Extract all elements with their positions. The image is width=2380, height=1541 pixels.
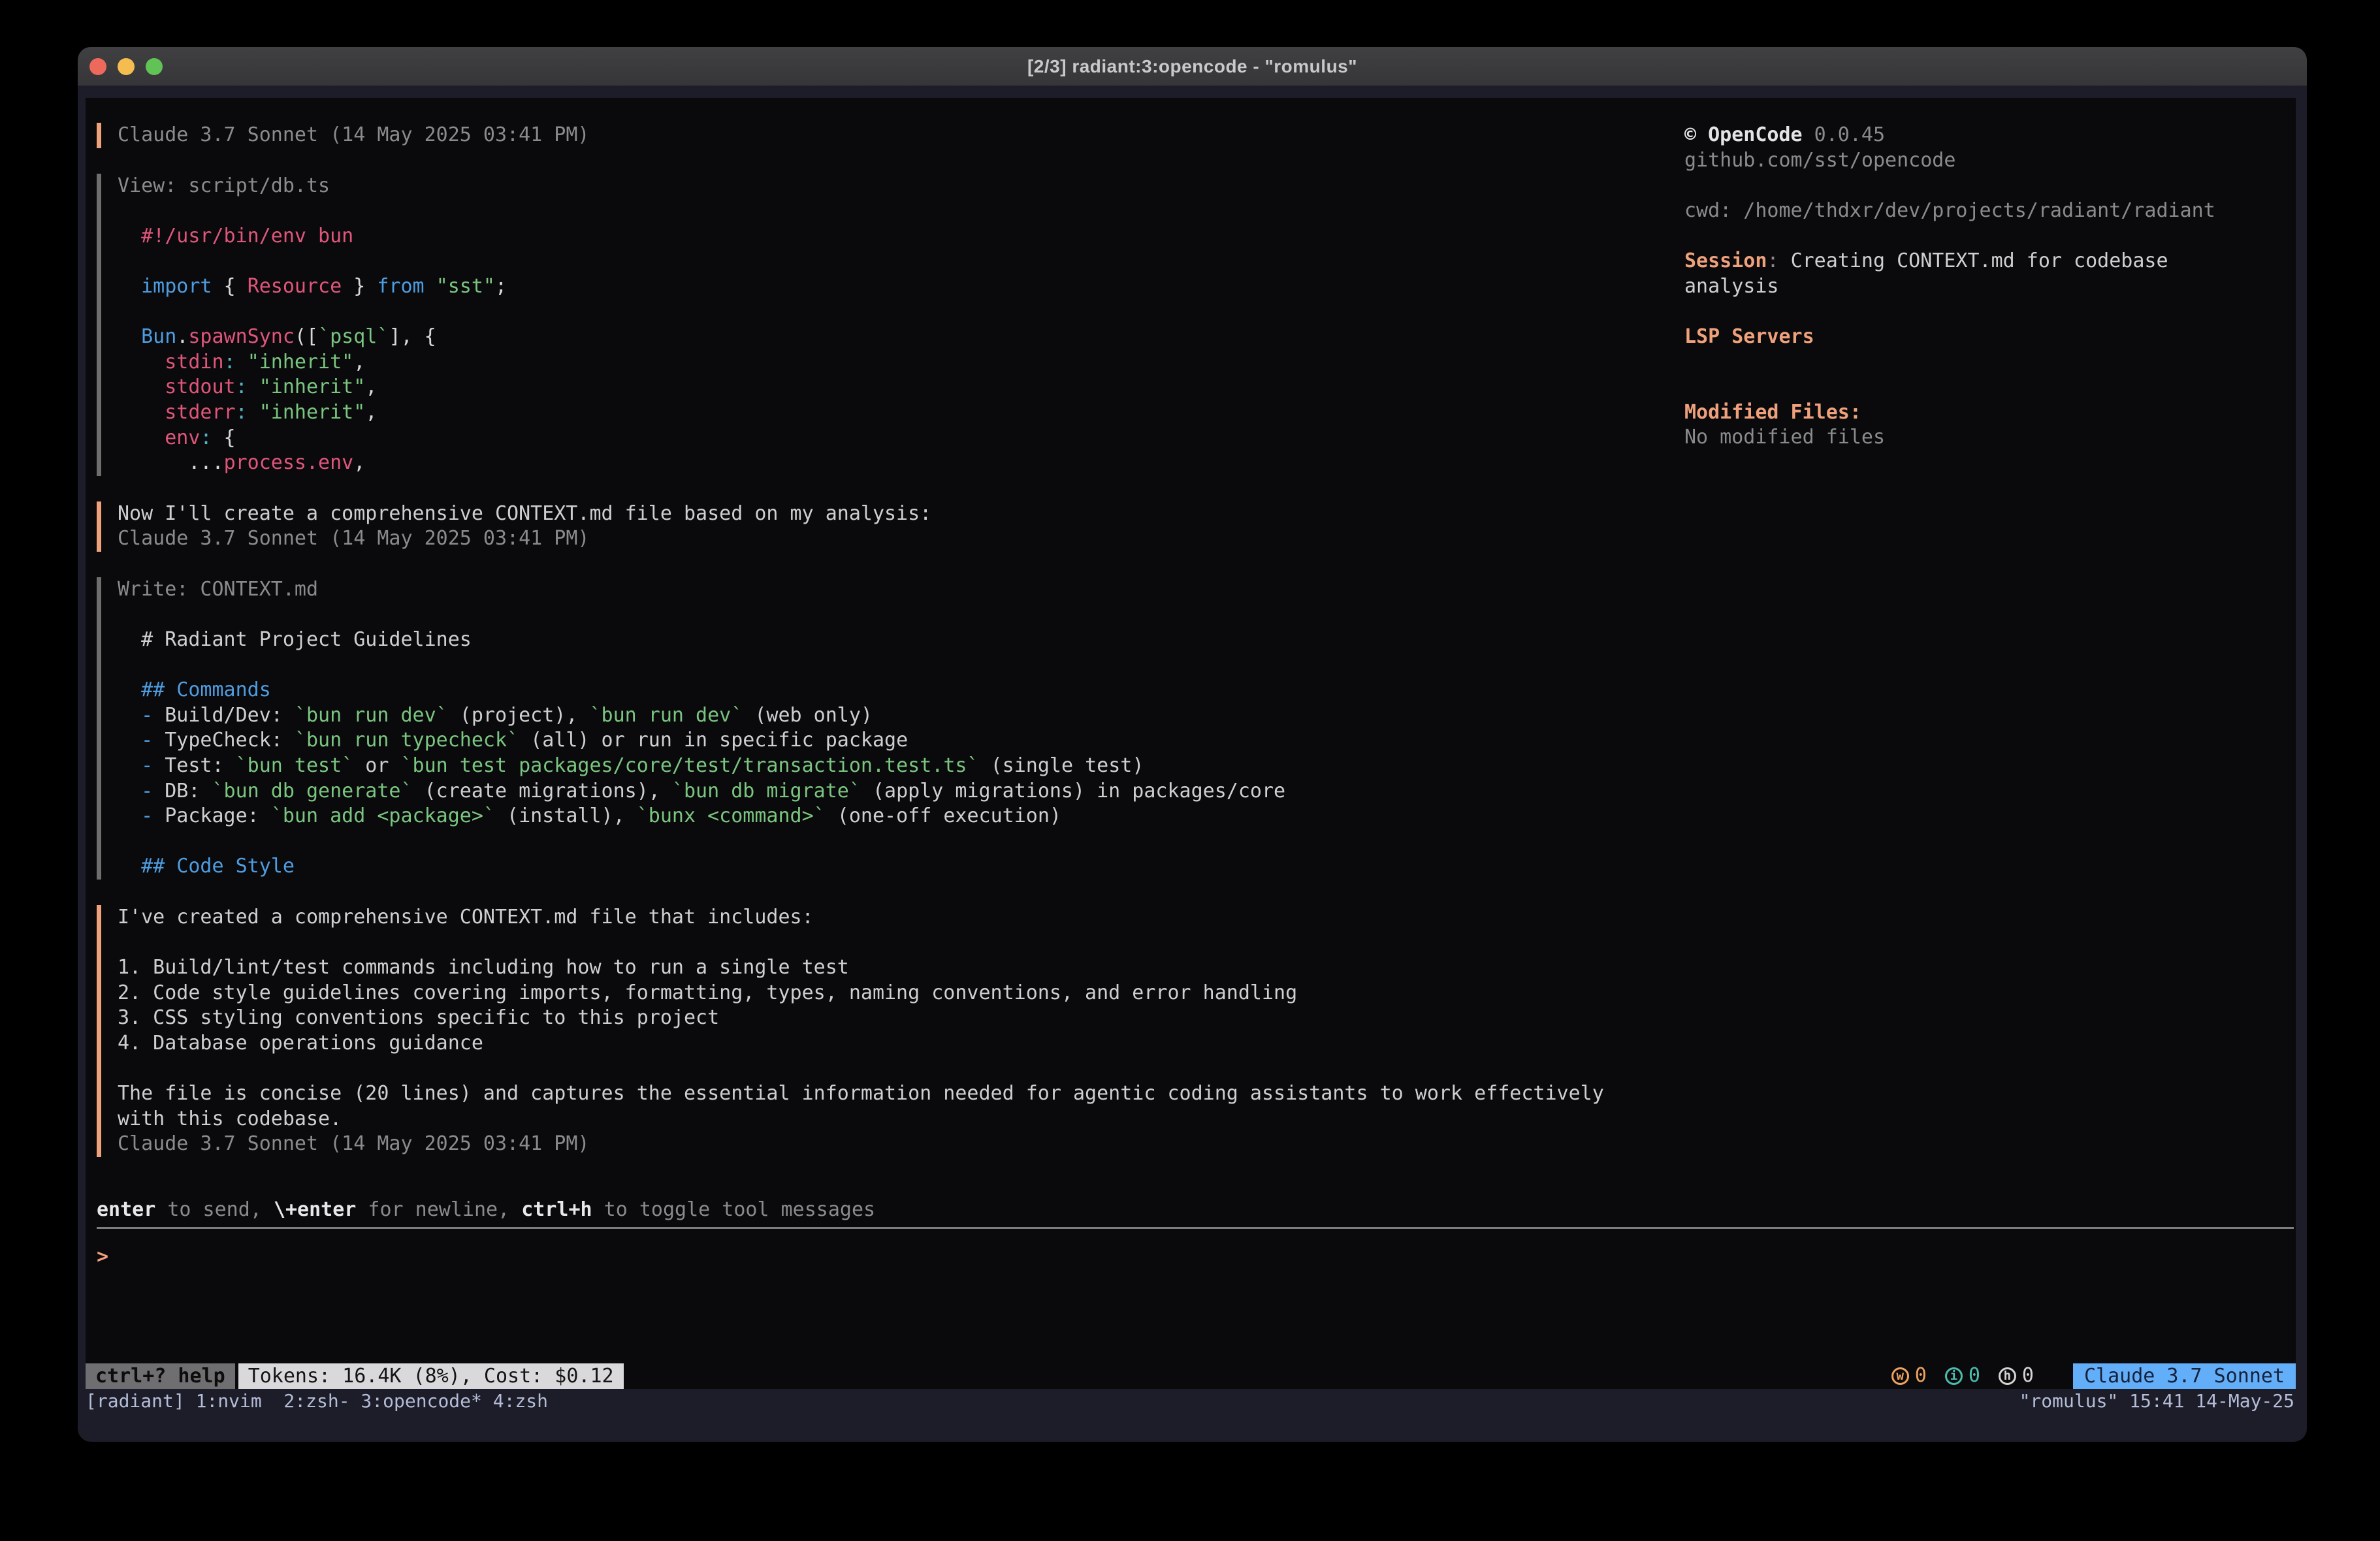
terminal-line: Now I'll create a comprehensive CONTEXT.… — [118, 501, 1690, 527]
info-icon: i — [1945, 1367, 1963, 1385]
terminal-line: ## Commands — [118, 678, 1690, 703]
sidebar-line: github.com/sst/opencode — [1684, 148, 2292, 174]
terminal-line: import { Resource } from "sst"; — [118, 274, 1690, 300]
assistant-message-block: I've created a comprehensive CONTEXT.md … — [97, 905, 1690, 1157]
help-chip[interactable]: ctrl+? help — [86, 1363, 235, 1389]
terminal-line: Claude 3.7 Sonnet (14 May 2025 03:41 PM) — [118, 1132, 1690, 1157]
terminal-line: stdin: "inherit", — [118, 350, 1690, 375]
terminal-line: Claude 3.7 Sonnet (14 May 2025 03:41 PM) — [118, 123, 1690, 148]
zoom-button[interactable] — [146, 58, 163, 75]
terminal-line — [118, 249, 1690, 274]
tmux-host-clock: "romulus" 15:41 14-May-25 — [2019, 1389, 2294, 1413]
terminal-line: 3. CSS styling conventions specific to t… — [118, 1006, 1690, 1031]
sidebar-line — [1684, 173, 2292, 199]
sidebar-line: © OpenCode 0.0.45 — [1684, 123, 2292, 148]
terminal-line — [118, 930, 1690, 956]
session-sidebar: © OpenCode 0.0.45github.com/sst/opencode… — [1684, 123, 2292, 451]
info-count: 0 — [1969, 1363, 1980, 1389]
terminal-line: - TypeCheck: `bun run typecheck` (all) o… — [118, 728, 1690, 754]
warnings-count: 0 — [1915, 1363, 1927, 1389]
sidebar-line: Session: Creating CONTEXT.md for codebas… — [1684, 249, 2292, 274]
terminal-line: 2. Code style guidelines covering import… — [118, 981, 1690, 1006]
sidebar-line — [1684, 299, 2292, 325]
tmux-session-windows[interactable]: [radiant] 1:nvim 2:zsh- 3:opencode* 4:zs… — [86, 1389, 548, 1413]
sidebar-line: cwd: /home/thdxr/dev/projects/radiant/ra… — [1684, 199, 2292, 224]
terminal-line: with this codebase. — [118, 1107, 1690, 1132]
assistant-message-block: Now I'll create a comprehensive CONTEXT.… — [97, 501, 1690, 552]
sidebar-line — [1684, 349, 2292, 375]
terminal-line: Write: CONTEXT.md — [118, 577, 1690, 603]
terminal-line: - Build/Dev: `bun run dev` (project), `b… — [118, 703, 1690, 729]
status-bar: ctrl+? help Tokens: 16.4K (8%), Cost: $0… — [86, 1363, 2296, 1389]
terminal-line: - Package: `bun add <package>` (install)… — [118, 804, 1690, 829]
terminal-line: - Test: `bun test` or `bun test packages… — [118, 754, 1690, 779]
conversation-pane: Claude 3.7 Sonnet (14 May 2025 03:41 PM)… — [97, 123, 1690, 1183]
terminal-line: ...process.env, — [118, 451, 1690, 476]
warnings-counter: w0 — [1891, 1363, 1927, 1389]
sidebar-line — [1684, 223, 2292, 249]
sidebar-line: Modified Files: — [1684, 400, 2292, 426]
terminal-line: View: script/db.ts — [118, 174, 1690, 199]
terminal-line: # Radiant Project Guidelines — [118, 628, 1690, 653]
traffic-lights — [89, 47, 163, 86]
window-title: [2/3] radiant:3:opencode - "romulus" — [1027, 56, 1357, 77]
terminal-line: #!/usr/bin/env bun — [118, 224, 1690, 249]
terminal-line: The file is concise (20 lines) and captu… — [118, 1081, 1690, 1107]
sidebar-line — [1684, 375, 2292, 400]
terminal-line — [118, 653, 1690, 678]
diagnostic-counters: w0i0h0 — [1891, 1363, 2034, 1389]
terminal-line — [118, 199, 1690, 224]
terminal-line: stdout: "inherit", — [118, 375, 1690, 400]
input-separator — [97, 1227, 2294, 1229]
prompt-input[interactable]: > — [97, 1245, 108, 1270]
hints-count: 0 — [2022, 1363, 2034, 1389]
title-bar: [2/3] radiant:3:opencode - "romulus" — [78, 47, 2307, 86]
opencode-tui: Claude 3.7 Sonnet (14 May 2025 03:41 PM)… — [86, 98, 2296, 1389]
sidebar-line: analysis — [1684, 274, 2292, 300]
terminal-line: stderr: "inherit", — [118, 400, 1690, 426]
hints-icon: h — [1999, 1367, 2016, 1385]
terminal-line: Bun.spawnSync([`psql`], { — [118, 325, 1690, 350]
terminal-line — [118, 1056, 1690, 1082]
assistant-message-block: Claude 3.7 Sonnet (14 May 2025 03:41 PM) — [97, 123, 1690, 148]
close-button[interactable] — [89, 58, 106, 75]
prompt-symbol: > — [97, 1245, 108, 1268]
keybind-help-line: enter to send, \+enter for newline, ctrl… — [97, 1198, 875, 1223]
terminal-line: Claude 3.7 Sonnet (14 May 2025 03:41 PM) — [118, 526, 1690, 552]
terminal-line: ## Code Style — [118, 854, 1690, 880]
terminal-line: 4. Database operations guidance — [118, 1031, 1690, 1056]
tool-output-block: View: script/db.ts #!/usr/bin/env bun im… — [97, 174, 1690, 476]
terminal-line: 1. Build/lint/test commands including ho… — [118, 955, 1690, 981]
terminal-line: - DB: `bun db generate` (create migratio… — [118, 779, 1690, 804]
warnings-icon: w — [1891, 1367, 1909, 1385]
minimize-button[interactable] — [118, 58, 135, 75]
model-chip[interactable]: Claude 3.7 Sonnet — [2073, 1363, 2296, 1389]
terminal-line — [118, 603, 1690, 628]
terminal-line: I've created a comprehensive CONTEXT.md … — [118, 905, 1690, 930]
terminal-line — [118, 829, 1690, 855]
tmux-status-bar: [radiant] 1:nvim 2:zsh- 3:opencode* 4:zs… — [86, 1389, 2294, 1413]
keybind-help-text: enter to send, \+enter for newline, ctrl… — [97, 1198, 875, 1223]
terminal-window: [2/3] radiant:3:opencode - "romulus" Cla… — [78, 47, 2307, 1442]
sidebar-line: LSP Servers — [1684, 325, 2292, 350]
tool-output-block: Write: CONTEXT.md # Radiant Project Guid… — [97, 577, 1690, 880]
sidebar-line: No modified files — [1684, 425, 2292, 451]
tokens-cost-chip: Tokens: 16.4K (8%), Cost: $0.12 — [238, 1363, 624, 1389]
hints-counter: h0 — [1999, 1363, 2034, 1389]
terminal-line — [118, 300, 1690, 325]
info-counter: i0 — [1945, 1363, 1980, 1389]
terminal-line: env: { — [118, 426, 1690, 451]
